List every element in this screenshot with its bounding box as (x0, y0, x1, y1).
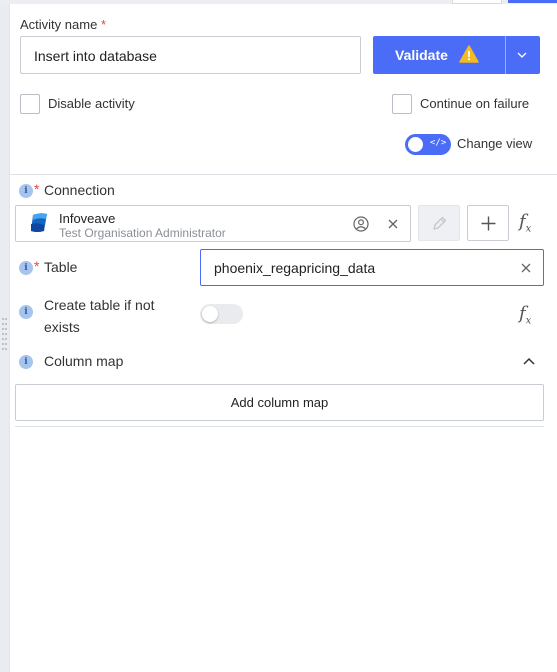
activity-name-input[interactable]: Insert into database (20, 36, 361, 74)
change-view-toggle[interactable]: </> (405, 134, 451, 155)
connection-info-icon[interactable]: i (19, 184, 33, 198)
validate-label: Validate (395, 47, 448, 63)
create-table-label: Create table if not exists (44, 297, 155, 335)
connection-field[interactable]: Infoveave Test Organisation Administrato… (15, 205, 411, 242)
add-connection-button[interactable] (467, 205, 509, 241)
clear-connection-icon[interactable] (387, 218, 399, 230)
toggle-knob (408, 137, 423, 152)
column-map-info-icon[interactable]: i (19, 355, 33, 369)
infoveave-logo-icon (31, 213, 47, 232)
user-circle-icon[interactable] (353, 216, 369, 232)
disable-activity-label: Disable activity (48, 96, 135, 111)
activity-name-value: Insert into database (34, 48, 157, 64)
continue-on-failure-checkbox[interactable] (392, 94, 412, 114)
warning-triangle-icon (459, 45, 479, 63)
change-view-label: Change view (457, 136, 533, 151)
plus-icon (481, 216, 496, 231)
column-map-label: Column map (44, 353, 124, 369)
column-map-divider (15, 426, 544, 427)
connection-subtitle: Test Organisation Administrator (59, 226, 226, 240)
validate-separator (505, 36, 506, 74)
add-column-map-button[interactable]: Add column map (15, 384, 544, 421)
top-accent-tab[interactable] (508, 0, 557, 3)
code-icon: </> (430, 138, 447, 148)
resize-handle[interactable] (2, 318, 8, 356)
connection-name: Infoveave (59, 211, 116, 226)
chevron-up-icon[interactable] (522, 355, 536, 367)
table-label: Table (44, 259, 78, 275)
continue-on-failure-label: Continue on failure (420, 96, 530, 111)
create-table-fx-icon[interactable]: fx (519, 303, 531, 327)
toggle-knob (202, 306, 218, 322)
disable-activity-checkbox[interactable] (20, 94, 40, 114)
section-divider (10, 174, 557, 175)
table-value: phoenix_regapricing_data (214, 260, 376, 276)
connection-fx-icon[interactable]: fx (519, 211, 531, 235)
connection-label: Connection (44, 182, 115, 198)
create-table-toggle[interactable] (200, 304, 243, 324)
table-info-icon[interactable]: i (19, 261, 33, 275)
connection-required-mark: * (34, 181, 40, 197)
activity-name-label: Activity name * (20, 17, 106, 32)
table-required-mark: * (34, 258, 40, 274)
pencil-icon (433, 216, 447, 230)
table-input[interactable]: phoenix_regapricing_data (200, 249, 544, 286)
clear-table-icon[interactable] (520, 262, 532, 274)
create-table-info-icon[interactable]: i (19, 305, 33, 319)
validate-button[interactable]: Validate (373, 36, 540, 74)
chevron-down-icon[interactable] (516, 49, 528, 61)
edit-connection-button[interactable] (418, 205, 460, 241)
